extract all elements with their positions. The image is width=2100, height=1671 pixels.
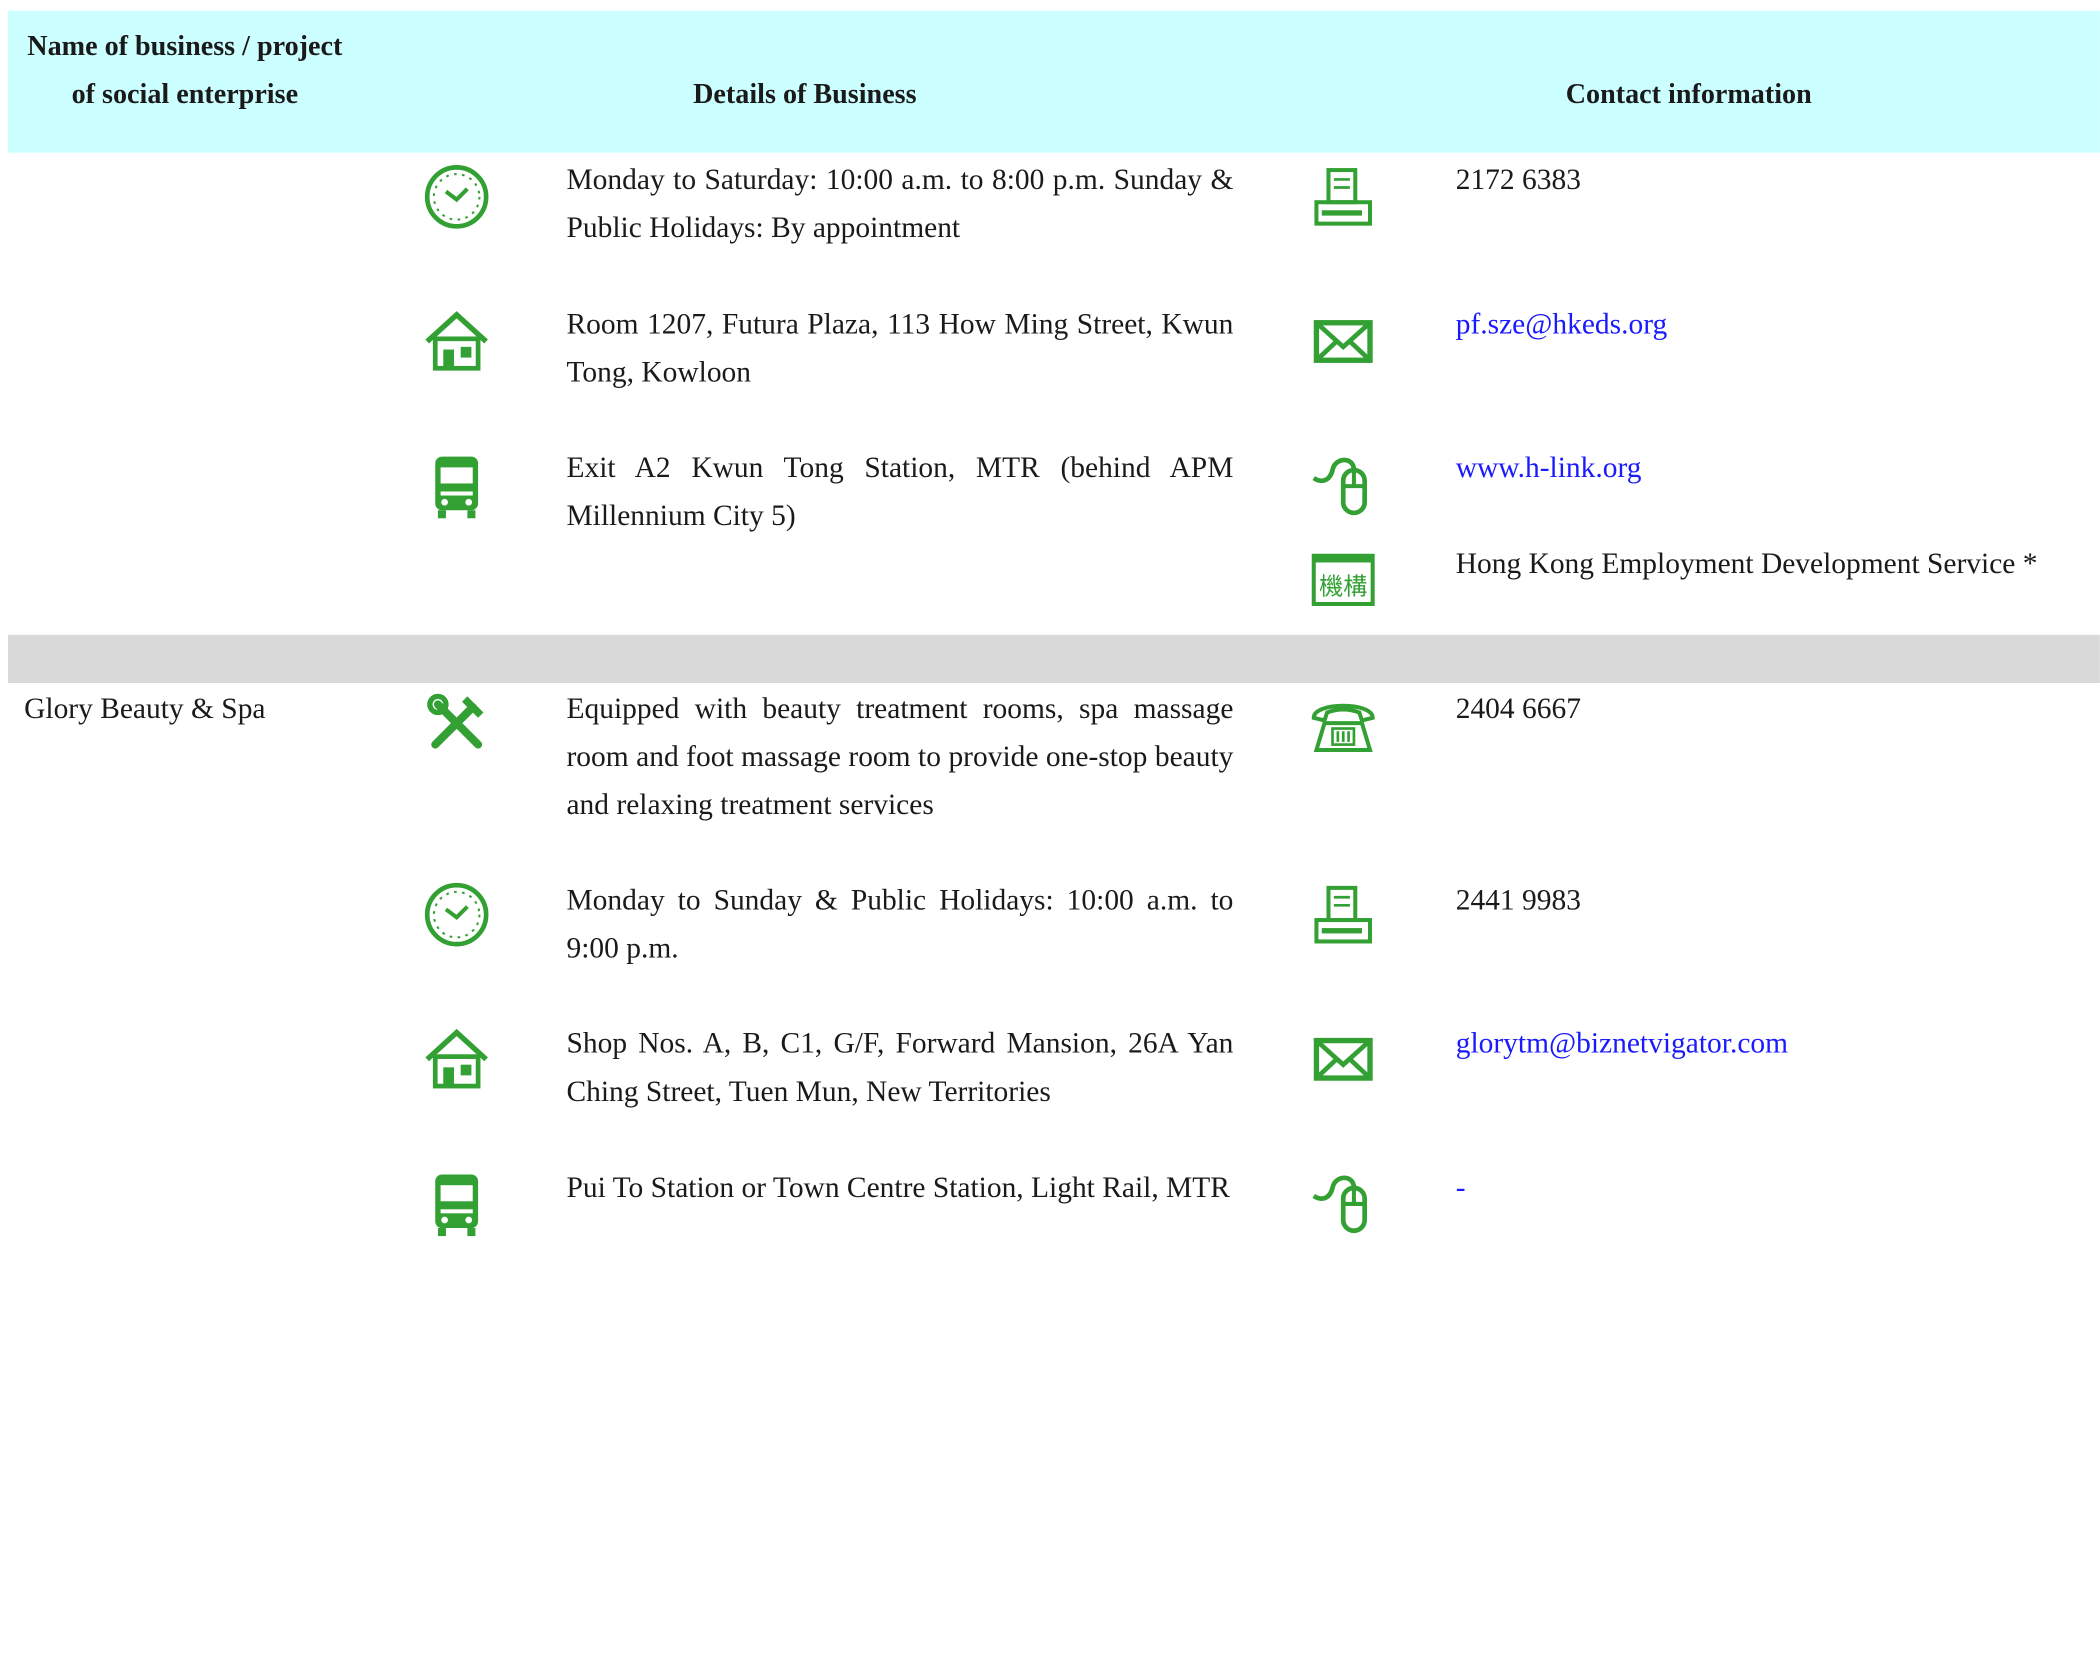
svg-text:機構: 機構 <box>1319 573 1367 601</box>
entry2-address: Shop Nos. A, B, C1, G/F, Forward Mansion… <box>566 1025 1234 1108</box>
header-name: Name of business / project of social ent… <box>27 29 343 110</box>
organisation-icon: 機構 <box>1306 542 1381 617</box>
fax-icon <box>1306 159 1381 234</box>
mouse-icon <box>1306 1166 1381 1241</box>
header-details: Details of Business <box>693 77 917 110</box>
entry2-email-link[interactable]: glorytm@biznetvigator.com <box>1456 1019 1788 1067</box>
entry2-transport: Pui To Station or Town Centre Station, L… <box>566 1170 1230 1204</box>
row-separator <box>8 634 2100 683</box>
house-icon <box>419 1022 494 1097</box>
entry1-website-link[interactable]: www.h-link.org <box>1456 443 1642 491</box>
entry2-business-name: Glory Beauty & Spa <box>24 691 266 725</box>
header-contact: Contact information <box>1565 77 1812 110</box>
entry1-hours: Monday to Saturday: 10:00 a.m. to 8:00 p… <box>566 162 1234 244</box>
page: Name of business / project of social ent… <box>0 0 2100 1671</box>
table-header: Name of business / project of social ent… <box>8 10 2100 153</box>
entry2-website-link[interactable]: - <box>1456 1164 1466 1212</box>
bus-icon <box>419 1166 494 1241</box>
mail-icon <box>1306 304 1381 379</box>
entry2-phone: 2404 6667 <box>1455 691 1581 725</box>
tools-icon <box>419 686 494 761</box>
fax-icon <box>1306 877 1381 952</box>
mail-icon <box>1306 1022 1381 1097</box>
entry2-fax: 2441 9983 <box>1455 882 1581 917</box>
bus-icon <box>419 449 494 524</box>
entry1-transport: Exit A2 Kwun Tong Station, MTR (behind A… <box>566 449 1234 532</box>
entry1-fax: 2172 6383 <box>1455 162 1581 196</box>
house-icon <box>419 304 494 379</box>
entry1-address: Room 1207, Futura Plaza, 113 How Ming St… <box>566 306 1234 389</box>
entry2-hours: Monday to Sunday & Public Holidays: 10:0… <box>566 882 1234 965</box>
mouse-icon <box>1306 449 1381 524</box>
clock-icon <box>419 877 494 952</box>
entry1-organisation: Hong Kong Employment Development Service… <box>1455 546 2038 580</box>
entry1-email-link[interactable]: pf.sze@hkeds.org <box>1456 300 1668 348</box>
telephone-icon <box>1306 688 1381 763</box>
clock-icon <box>419 159 494 234</box>
entry2-services: Equipped with beauty treatment rooms, sp… <box>566 691 1234 821</box>
